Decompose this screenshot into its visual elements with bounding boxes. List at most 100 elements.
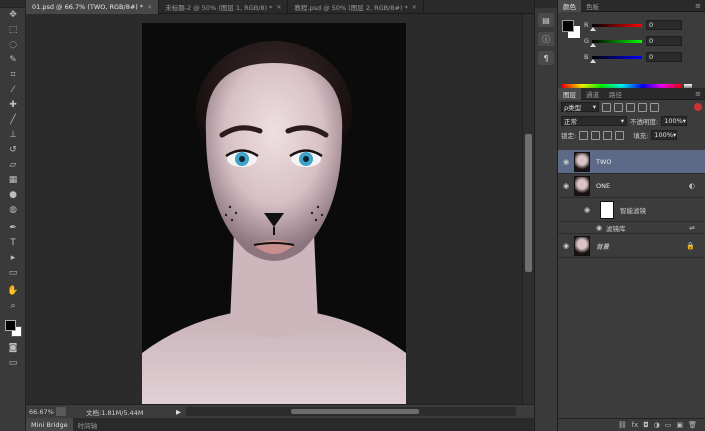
smart-filters-row[interactable]: ◉ 智能滤镜 [558, 198, 705, 222]
layer-row-two[interactable]: ◉ TWO [558, 150, 705, 174]
panel-menu-icon[interactable]: ≡ [695, 2, 701, 10]
doc-tab-01[interactable]: 01.psd @ 66.7% (TWO, RGB/8#) * ✕ [26, 0, 160, 14]
layer-name[interactable]: ONE [596, 182, 610, 190]
visibility-eye-icon[interactable]: ◉ [584, 206, 594, 214]
blur-icon[interactable]: ● [2, 188, 24, 203]
healing-icon[interactable]: ✚ [2, 98, 24, 113]
toolbox-grip[interactable] [0, 0, 25, 8]
crop-icon[interactable]: ⌗ [2, 68, 24, 83]
slider-knob[interactable] [590, 58, 596, 63]
status-menu-arrow[interactable]: ▶ [176, 408, 186, 416]
color-panel-swatches[interactable] [562, 20, 580, 38]
tab-color[interactable]: 颜色 [558, 0, 581, 12]
filter-gallery-row[interactable]: ◉ 滤镜库 ⇌ [558, 222, 705, 234]
layer-row-one[interactable]: ◉ ONE ◐ [558, 174, 705, 198]
doc-tab-untitled-2[interactable]: 未标题-2 @ 50% (图层 1, RGB/8) * ✕ [159, 0, 289, 14]
layer-name[interactable]: 背景 [596, 241, 609, 251]
visibility-eye-icon[interactable]: ◉ [596, 224, 606, 232]
tab-timeline[interactable]: 时间轴 [73, 418, 103, 431]
marquee-icon[interactable]: ⬚ [2, 23, 24, 38]
mask-icon[interactable]: ◘ [643, 421, 649, 429]
layer-thumbnail[interactable] [574, 235, 590, 256]
pixel-filter-icon[interactable] [602, 102, 611, 112]
screen-mode-icon[interactable]: ▭ [2, 356, 24, 371]
slider-b[interactable]: B 0 [584, 50, 702, 64]
panel-menu-icon[interactable]: ≡ [695, 90, 701, 98]
foreground-color-swatch[interactable] [5, 320, 16, 331]
fx-icon[interactable]: fx [632, 421, 639, 429]
shape-icon[interactable]: ▭ [2, 266, 24, 281]
slider-g[interactable]: G 0 [584, 34, 702, 48]
visibility-eye-icon[interactable]: ◉ [558, 182, 574, 190]
close-icon[interactable]: ✕ [276, 4, 281, 11]
properties-icon[interactable]: ⓘ [538, 32, 554, 46]
tab-swatches[interactable]: 色板 [581, 0, 604, 12]
color-swatches[interactable] [2, 317, 24, 341]
gradient-icon[interactable]: ▦ [2, 173, 24, 188]
lock-transparency-icon[interactable] [579, 130, 589, 140]
history-icon[interactable]: ▤ [538, 13, 554, 27]
eyedropper-icon[interactable]: ⁄ [2, 83, 24, 98]
slider-track-b[interactable] [590, 55, 642, 63]
tab-mini-bridge[interactable]: Mini Bridge [26, 418, 73, 431]
zoom-icon[interactable]: ⌕ [2, 299, 24, 314]
smart-object-filter-icon[interactable] [650, 102, 659, 112]
history-brush-icon[interactable]: ↺ [2, 143, 24, 158]
quick-mask-icon[interactable]: ◙ [2, 341, 24, 356]
document-image[interactable] [142, 23, 406, 404]
slider-track-g[interactable] [590, 39, 642, 47]
layer-row-background[interactable]: ◉ 背景 🔒 [558, 234, 705, 258]
close-icon[interactable]: ✕ [412, 4, 417, 11]
eraser-icon[interactable]: ▱ [2, 158, 24, 173]
slider-knob[interactable] [590, 42, 596, 47]
fill-field[interactable]: 100% ▾ [651, 130, 678, 140]
move-icon[interactable]: ✥ [2, 8, 24, 23]
opacity-field[interactable]: 100% ▾ [661, 116, 688, 126]
canvas-area[interactable] [26, 14, 522, 404]
blend-mode-select[interactable]: 正常 ▾ [561, 116, 627, 126]
value-field-b[interactable]: 0 [646, 52, 682, 62]
filter-toggle-icon[interactable] [694, 103, 702, 111]
slider-knob[interactable] [590, 26, 596, 31]
new-layer-icon[interactable]: ▣ [676, 421, 683, 429]
tab-channels[interactable]: 通道 [581, 88, 604, 100]
layer-thumbnail[interactable] [574, 175, 590, 196]
lock-image-icon[interactable] [591, 130, 601, 140]
lock-all-icon[interactable] [615, 130, 625, 140]
adjustment-filter-icon[interactable] [614, 102, 623, 112]
visibility-eye-icon[interactable]: ◉ [558, 242, 574, 250]
smart-filter-mask[interactable] [600, 200, 614, 219]
link-icon[interactable]: ⛓ [618, 421, 627, 429]
value-field-r[interactable]: 0 [646, 20, 682, 30]
pen-icon[interactable]: ✒ [2, 221, 24, 236]
hand-icon[interactable]: ✋ [2, 284, 24, 299]
foreground-color-swatch[interactable] [562, 20, 574, 32]
dock-grip[interactable] [535, 0, 557, 8]
tab-layers[interactable]: 图层 [558, 87, 581, 100]
slider-r[interactable]: R 0 [584, 18, 702, 32]
tab-paths[interactable]: 路径 [604, 88, 627, 100]
dodge-icon[interactable]: ◍ [2, 203, 24, 218]
lasso-icon[interactable]: ◌ [2, 38, 24, 53]
type-filter-icon[interactable] [626, 102, 635, 112]
quick-select-icon[interactable]: ✎ [2, 53, 24, 68]
close-icon[interactable]: ✕ [147, 4, 152, 11]
visibility-eye-icon[interactable]: ◉ [558, 158, 574, 166]
horizontal-scroll-thumb[interactable] [291, 409, 419, 414]
lock-position-icon[interactable] [603, 130, 613, 140]
trash-icon[interactable]: 🗑 [688, 421, 697, 429]
filter-options-icon[interactable]: ⇌ [689, 224, 695, 232]
layer-thumbnail[interactable] [574, 151, 590, 172]
adjustment-layer-icon[interactable]: ◑ [654, 421, 660, 429]
layer-name[interactable]: TWO [596, 158, 612, 166]
paragraph-icon[interactable]: ¶ [538, 51, 554, 65]
doc-tab-tutorial[interactable]: 教程.psd @ 50% (图层 2, RGB/8#) * ✕ [288, 0, 424, 14]
slider-track-r[interactable] [590, 23, 642, 31]
clone-stamp-icon[interactable]: ⊥ [2, 128, 24, 143]
value-field-g[interactable]: 0 [646, 36, 682, 46]
vertical-scrollbar[interactable] [522, 14, 534, 404]
filter-kind-select[interactable]: ρ类型 ▾ [561, 102, 599, 112]
type-icon[interactable]: T [2, 236, 24, 251]
brush-icon[interactable]: ╱ [2, 113, 24, 128]
vertical-scroll-thumb[interactable] [525, 134, 532, 272]
